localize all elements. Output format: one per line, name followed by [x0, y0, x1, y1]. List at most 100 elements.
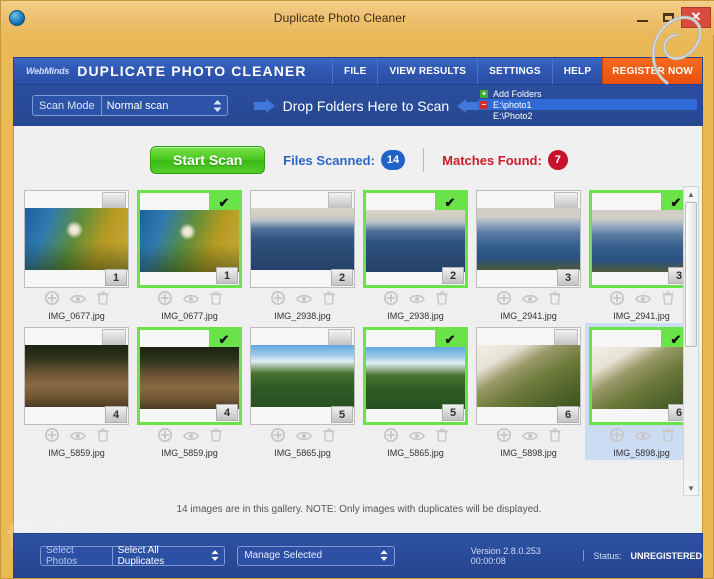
group-number-badge: 4	[216, 404, 238, 421]
thumbnail-image	[251, 208, 354, 270]
eye-icon[interactable]	[69, 292, 86, 310]
tile-filename: IMG_5865.jpg	[274, 448, 331, 458]
remove-folder-icon[interactable]: −	[480, 100, 488, 109]
thumbnail-box[interactable]: 5	[250, 327, 355, 425]
tile-filename: IMG_2941.jpg	[500, 311, 557, 321]
gallery-tile[interactable]: 4 IMG_5859.jpg	[20, 323, 133, 460]
nav-item-register-now[interactable]: REGISTER NOW	[602, 58, 702, 84]
thumbnail-box[interactable]: 3	[476, 190, 581, 288]
eye-icon[interactable]	[408, 429, 425, 447]
plus-circle-icon[interactable]	[270, 428, 285, 447]
thumbnail-box[interactable]: ✔ 4	[137, 327, 242, 425]
eye-icon[interactable]	[182, 429, 199, 447]
gallery-tile[interactable]: 5 IMG_5865.jpg	[246, 323, 359, 460]
gallery-tile[interactable]: ✔ 2 IMG_2938.jpg	[359, 186, 472, 323]
thumbnail-box[interactable]: ✔ 1	[137, 190, 242, 288]
minimize-button[interactable]	[629, 6, 655, 28]
gallery-tile[interactable]: ✔ 6 IMG_5898.jpg	[585, 323, 698, 460]
plus-circle-icon[interactable]	[157, 291, 172, 310]
brand-title: DUPLICATE PHOTO CLEANER	[77, 63, 307, 79]
eye-icon[interactable]	[634, 429, 651, 447]
gallery-tile[interactable]: ✔ 4 IMG_5859.jpg	[133, 323, 246, 460]
scan-mode-control[interactable]: Scan Mode Normal scan	[32, 95, 228, 116]
folder-add-row[interactable]: + Add Folders	[478, 88, 697, 99]
scan-mode-select[interactable]: Normal scan	[102, 96, 227, 115]
thumbnail-box[interactable]: 6	[476, 327, 581, 425]
thumbnail-box[interactable]: ✔ 2	[363, 190, 468, 288]
gallery-tile[interactable]: ✔ 3 IMG_2941.jpg	[585, 186, 698, 323]
group-number-badge: 2	[331, 269, 353, 286]
files-scanned-value: 14	[380, 150, 406, 170]
maximize-button[interactable]	[655, 6, 681, 28]
group-number-badge: 3	[557, 269, 579, 286]
select-photos-dropdown[interactable]: Select All Duplicates	[113, 544, 225, 567]
eye-icon[interactable]	[69, 429, 86, 447]
gallery-row: 4 IMG_5859.jpg ✔ 4 IMG_5859.jpg 5 IMG_5865.jpg…	[20, 323, 698, 460]
trash-icon[interactable]	[209, 291, 222, 310]
trash-icon[interactable]	[96, 428, 109, 447]
tile-action-icons	[157, 291, 222, 310]
plus-circle-icon[interactable]	[270, 291, 285, 310]
eye-icon[interactable]	[295, 292, 312, 310]
scrollbar-thumb[interactable]	[685, 202, 697, 347]
scroll-down-arrow-icon[interactable]: ▼	[684, 481, 698, 495]
thumbnail-box[interactable]: ✔ 6	[589, 327, 694, 425]
image-gallery[interactable]: 1 IMG_0677.jpg ✔ 1 IMG_0677.jpg 2 IMG_2938.jpg…	[20, 186, 698, 496]
select-photos-value: Select All Duplicates	[117, 544, 165, 567]
nav-item-view-results[interactable]: VIEW RESULTS	[377, 58, 477, 84]
plus-circle-icon[interactable]	[383, 291, 398, 310]
drop-folders-zone[interactable]: Drop Folders Here to Scan	[253, 98, 479, 114]
plus-circle-icon[interactable]	[383, 428, 398, 447]
plus-circle-icon[interactable]	[44, 291, 59, 310]
trash-icon[interactable]	[548, 291, 561, 310]
tile-filename: IMG_5898.jpg	[500, 448, 557, 458]
plus-circle-icon[interactable]	[609, 428, 624, 447]
thumbnail-box[interactable]: 2	[250, 190, 355, 288]
gallery-tile[interactable]: 2 IMG_2938.jpg	[246, 186, 359, 323]
nav-item-settings[interactable]: SETTINGS	[477, 58, 552, 84]
close-button[interactable]: ✕	[681, 6, 711, 28]
gallery-scrollbar[interactable]: ▲ ▼	[683, 186, 699, 496]
eye-icon[interactable]	[521, 292, 538, 310]
eye-icon[interactable]	[182, 292, 199, 310]
plus-circle-icon[interactable]	[157, 428, 172, 447]
manage-selected-dropdown[interactable]: Manage Selected	[237, 545, 395, 566]
trash-icon[interactable]	[322, 291, 335, 310]
content-panel: Start Scan Files Scanned: 14 Matches Fou…	[13, 126, 703, 533]
plus-circle-icon[interactable]	[496, 291, 511, 310]
gallery-tile[interactable]: ✔ 1 IMG_0677.jpg	[133, 186, 246, 323]
tile-filename: IMG_5859.jpg	[48, 448, 105, 458]
gallery-tile[interactable]: 1 IMG_0677.jpg	[20, 186, 133, 323]
select-photos-control[interactable]: Select Photos Select All Duplicates	[40, 544, 226, 567]
trash-icon[interactable]	[435, 291, 448, 310]
trash-icon[interactable]	[435, 428, 448, 447]
trash-icon[interactable]	[322, 428, 335, 447]
trash-icon[interactable]	[661, 428, 674, 447]
plus-circle-icon[interactable]	[496, 428, 511, 447]
thumbnail-box[interactable]: ✔ 3	[589, 190, 694, 288]
trash-icon[interactable]	[209, 428, 222, 447]
folder-list-item-1[interactable]: − E:\photo1	[478, 99, 697, 110]
plus-circle-icon[interactable]	[609, 291, 624, 310]
scroll-up-arrow-icon[interactable]: ▲	[684, 187, 698, 201]
trash-icon[interactable]	[548, 428, 561, 447]
nav-item-file[interactable]: FILE	[332, 58, 377, 84]
folder-path-2: E:\Photo2	[493, 110, 533, 121]
eye-icon[interactable]	[634, 292, 651, 310]
thumbnail-box[interactable]: ✔ 5	[363, 327, 468, 425]
eye-icon[interactable]	[408, 292, 425, 310]
gallery-tile[interactable]: 6 IMG_5898.jpg	[472, 323, 585, 460]
thumbnail-box[interactable]: 1	[24, 190, 129, 288]
plus-circle-icon[interactable]	[44, 428, 59, 447]
thumbnail-box[interactable]: 4	[24, 327, 129, 425]
eye-icon[interactable]	[295, 429, 312, 447]
add-folder-icon[interactable]: +	[480, 89, 488, 98]
folder-list-item-2[interactable]: E:\Photo2	[478, 110, 697, 121]
gallery-tile[interactable]: 3 IMG_2941.jpg	[472, 186, 585, 323]
trash-icon[interactable]	[96, 291, 109, 310]
eye-icon[interactable]	[521, 429, 538, 447]
nav-item-help[interactable]: HELP	[551, 58, 602, 84]
start-scan-button[interactable]: Start Scan	[150, 146, 266, 174]
gallery-tile[interactable]: ✔ 5 IMG_5865.jpg	[359, 323, 472, 460]
trash-icon[interactable]	[661, 291, 674, 310]
